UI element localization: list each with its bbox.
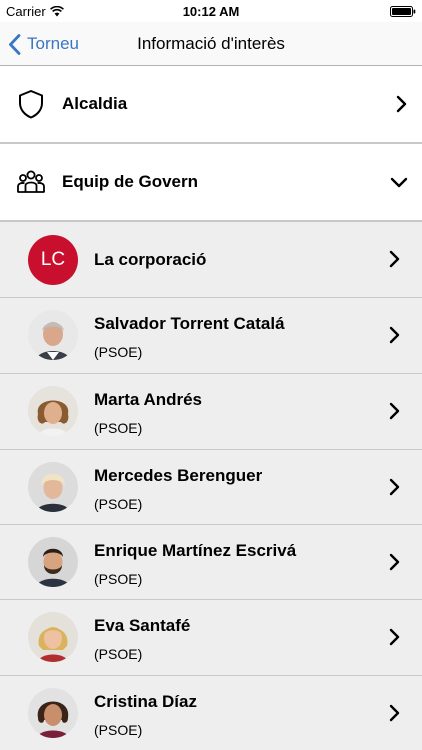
member-party: (PSOE) bbox=[94, 571, 143, 587]
section-alcaldia[interactable]: Alcaldia bbox=[0, 66, 422, 142]
member-name: Marta Andrés bbox=[94, 390, 203, 409]
list-item-member[interactable]: Marta Andrés (PSOE) bbox=[0, 374, 422, 449]
status-time: 10:12 AM bbox=[182, 4, 240, 19]
list-item-member[interactable]: Mercedes Berenguer (PSOE) bbox=[0, 450, 422, 525]
member-party: (PSOE) bbox=[94, 496, 143, 512]
avatar bbox=[28, 310, 78, 360]
section-equip-de-govern[interactable]: Equip de Govern bbox=[0, 144, 422, 220]
list-item-la-corporacio[interactable]: LC La corporació bbox=[0, 222, 422, 297]
member-name: Enrique Martínez Escrivá bbox=[94, 541, 297, 560]
list-item-member[interactable]: Eva Santafé (PSOE) bbox=[0, 600, 422, 675]
section-label: Alcaldia bbox=[62, 94, 128, 113]
chevron-right-icon bbox=[389, 704, 400, 722]
chevron-right-icon bbox=[389, 250, 400, 268]
chevron-right-icon bbox=[389, 478, 400, 496]
chevron-left-icon bbox=[9, 33, 21, 55]
chevron-down-icon bbox=[390, 177, 408, 188]
member-party: (PSOE) bbox=[94, 722, 143, 738]
battery-icon bbox=[390, 6, 416, 17]
chevron-right-icon bbox=[389, 553, 400, 571]
chevron-right-icon bbox=[389, 628, 400, 646]
chevron-right-icon bbox=[389, 402, 400, 420]
avatar bbox=[28, 688, 78, 738]
section-label: Equip de Govern bbox=[62, 172, 199, 191]
list-item-member[interactable]: Salvador Torrent Catalá (PSOE) bbox=[0, 298, 422, 373]
back-label: Torneu bbox=[27, 34, 79, 53]
avatar bbox=[28, 612, 78, 662]
member-party: (PSOE) bbox=[94, 420, 143, 436]
chevron-right-icon bbox=[396, 95, 407, 113]
avatar bbox=[28, 462, 78, 512]
member-name: Mercedes Berenguer bbox=[94, 466, 263, 485]
status-bar: Carrier 10:12 AM bbox=[0, 0, 422, 22]
member-name: La corporació bbox=[94, 250, 207, 269]
group-icon bbox=[17, 170, 45, 193]
member-name: Salvador Torrent Catalá bbox=[94, 314, 285, 333]
avatar bbox=[28, 386, 78, 436]
navigation-bar: Torneu Informació d'interès bbox=[0, 22, 422, 66]
list-item-member[interactable]: Cristina Díaz (PSOE) bbox=[0, 676, 422, 750]
member-party: (PSOE) bbox=[94, 344, 143, 360]
avatar: LC bbox=[28, 235, 78, 285]
list-item-member[interactable]: Enrique Martínez Escrivá (PSOE) bbox=[0, 525, 422, 600]
avatar bbox=[28, 537, 78, 587]
member-name: Eva Santafé bbox=[94, 616, 191, 635]
chevron-right-icon bbox=[389, 326, 400, 344]
member-name: Cristina Díaz bbox=[94, 692, 197, 711]
member-party: (PSOE) bbox=[94, 646, 143, 662]
back-button[interactable]: Torneu bbox=[8, 22, 79, 66]
shield-icon bbox=[19, 90, 43, 119]
